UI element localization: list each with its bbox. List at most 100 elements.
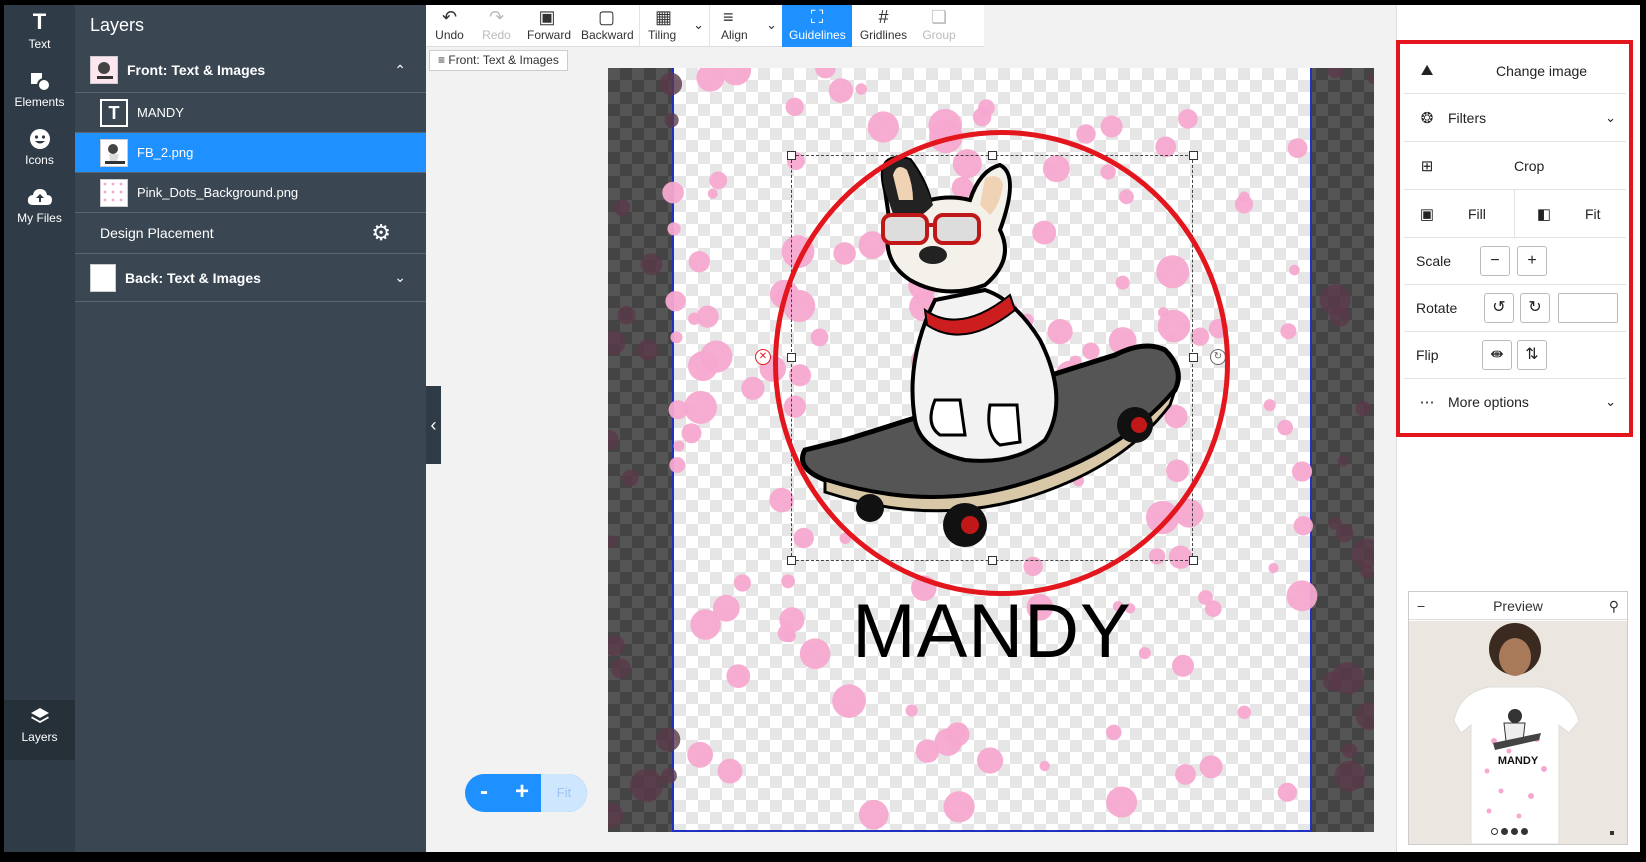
polka-dot (687, 741, 713, 768)
chevron-down-icon: ⌄ (766, 17, 777, 32)
polka-dot (661, 767, 677, 784)
guidelines-icon: ⛶ (810, 7, 824, 27)
resize-handle-tr[interactable] (1189, 151, 1198, 160)
chevron-down-icon: ⌄ (693, 17, 704, 32)
breadcrumb[interactable]: ≡ Front: Text & Images (429, 50, 568, 71)
polka-dot (1341, 742, 1358, 759)
zoom-fit-button[interactable]: Fit (541, 774, 587, 812)
polka-dot (709, 171, 728, 190)
polka-dot (707, 188, 718, 199)
zoom-search-icon[interactable]: ⚲ (1609, 592, 1619, 620)
toolbar: ↶ Undo ↷ Redo ▣ Forward ▢ Backward ▦ Til… (426, 5, 984, 47)
layers-icon: ≡ (438, 53, 446, 67)
polka-dot (662, 181, 684, 204)
undo-button[interactable]: ↶ Undo (426, 5, 473, 47)
layers-title: Layers (90, 15, 145, 35)
polka-dot (785, 97, 804, 117)
polka-dot (832, 684, 866, 718)
minimize-icon[interactable]: − (1417, 592, 1425, 620)
chevron-up-icon: ⌃ (394, 61, 406, 78)
tool-rail: T Text Elements Icons My Files Layers (4, 5, 75, 852)
gridlines-button[interactable]: # Gridlines (852, 5, 915, 47)
resize-handle-br[interactable] (1189, 556, 1198, 565)
rail-text-button[interactable]: T Text (4, 7, 75, 65)
delete-handle-icon[interactable]: ✕ (755, 349, 771, 365)
carousel-dot[interactable] (1501, 828, 1508, 835)
text-icon: T (32, 9, 47, 34)
polka-dot (670, 331, 683, 344)
polka-dot (696, 68, 725, 92)
layer-item-mandy[interactable]: T MANDY (75, 93, 426, 133)
polka-dot (1337, 455, 1349, 467)
polka-dot (1289, 264, 1300, 276)
polka-dot (667, 222, 681, 236)
image-layer-thumbnail (100, 138, 128, 167)
group-button[interactable]: ❏ Group (915, 5, 963, 47)
preview-header: − Preview ⚲ (1409, 592, 1627, 620)
polka-dot (905, 704, 918, 717)
zoom-out-button[interactable]: - (465, 774, 503, 812)
polka-dot (621, 469, 639, 487)
back-group-thumbnail (90, 263, 116, 292)
carousel-dot[interactable] (1521, 828, 1528, 835)
front-group-thumbnail (90, 56, 118, 84)
layer-item-fb2[interactable]: FB_2.png (75, 133, 426, 173)
forward-button[interactable]: ▣ Forward (520, 5, 574, 47)
polka-dot (1291, 461, 1313, 482)
polka-dot (1287, 138, 1308, 158)
polka-dot (1263, 399, 1276, 412)
polka-dot (665, 291, 686, 312)
rail-layers-button[interactable]: Layers (4, 700, 75, 760)
text-layer-icon: T (100, 98, 128, 127)
polka-dot (1106, 786, 1138, 818)
tiling-button[interactable]: ▦ Tiling ⌄ (640, 5, 710, 47)
layer-group-back[interactable]: Back: Text & Images ⌄ (75, 254, 426, 302)
polka-dot (1319, 284, 1351, 316)
polka-dot (640, 253, 663, 276)
highlight-circle (773, 130, 1230, 596)
collapse-panel-handle[interactable]: ‹ (426, 386, 441, 464)
polka-dot (1199, 755, 1223, 779)
polka-dot (1367, 73, 1374, 85)
polka-dot (613, 199, 631, 217)
polka-dot (858, 799, 889, 830)
polka-dot (1268, 562, 1279, 574)
polka-dot (664, 113, 679, 128)
carousel-dot[interactable] (1491, 828, 1498, 835)
polka-dot (659, 72, 683, 96)
polka-dot (781, 574, 795, 589)
polka-dot (608, 429, 619, 451)
polka-dot (608, 330, 626, 355)
rail-my-files-button[interactable]: My Files (4, 181, 75, 239)
resize-handle-tl[interactable] (787, 151, 796, 160)
polka-dot (608, 635, 625, 657)
polka-dot (867, 111, 899, 143)
design-placement-row[interactable]: Design Placement ⚙ (75, 213, 426, 254)
rail-elements-button[interactable]: Elements (4, 65, 75, 123)
polka-dot (1039, 760, 1050, 772)
preview-image[interactable]: MANDY (1409, 621, 1627, 844)
rail-icons-button[interactable]: Icons (4, 123, 75, 181)
guidelines-button[interactable]: ⛶ Guidelines (782, 5, 852, 47)
polka-dot (700, 340, 733, 373)
gear-icon[interactable]: ⚙ (371, 220, 391, 246)
redo-icon: ↷ (488, 7, 505, 27)
layer-group-front[interactable]: Front: Text & Images ⌃ (75, 48, 426, 93)
preview-carousel-dots[interactable] (1491, 828, 1531, 838)
carousel-dot[interactable] (1511, 828, 1518, 835)
resize-handle-bl[interactable] (787, 556, 796, 565)
polka-dot (1178, 109, 1198, 129)
layer-item-pink-dots[interactable]: Pink_Dots_Background.png (75, 173, 426, 213)
canvas-text-mandy[interactable]: MANDY (672, 588, 1312, 675)
polka-dot (610, 658, 631, 679)
polka-dot (608, 803, 624, 828)
align-button[interactable]: ≡ Align ⌄ (710, 5, 782, 47)
zoom-control: - + Fit (465, 774, 587, 812)
backward-button[interactable]: ▢ Backward (574, 5, 640, 47)
polka-dot (637, 339, 659, 361)
redo-button[interactable]: ↷ Redo (473, 5, 520, 47)
polka-dot (1106, 724, 1122, 741)
zoom-in-button[interactable]: + (503, 774, 541, 812)
elements-icon (4, 65, 75, 95)
gridlines-icon: # (878, 7, 889, 27)
